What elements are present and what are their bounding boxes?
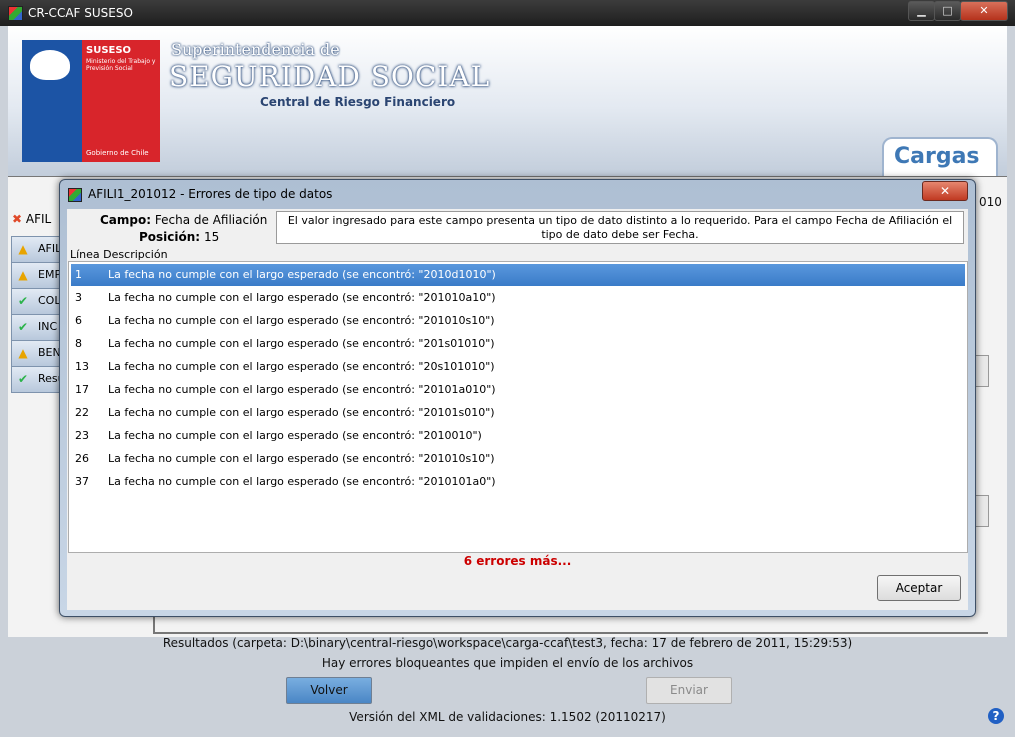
more-errors-text: 6 errores más... [463, 554, 572, 568]
results-text: Resultados (carpeta: D:\binary\central-r… [162, 636, 853, 650]
list-item[interactable]: 6 La fecha no cumple con el largo esperad… [71, 310, 965, 332]
dialog-title: AFILI1_201012 - Errores de tipo de datos [88, 187, 333, 201]
list-item[interactable]: 1 La fecha no cumple con el largo esperad… [71, 264, 965, 286]
list-item[interactable]: 3 La fecha no cumple con el largo esperad… [71, 287, 965, 309]
column-linea[interactable]: Línea [70, 248, 100, 261]
column-descripcion[interactable]: Descripción [103, 248, 167, 261]
app-icon [68, 188, 82, 202]
errors-dialog: AFILI1_201012 - Errores de tipo de datos… [59, 179, 976, 617]
header-line-3: Central de Riesgo Financiero [260, 95, 456, 109]
list-item[interactable]: 17 La fecha no cumple con el largo espera… [71, 379, 965, 401]
main-window: CR-CCAF SUSESO ▁ □ ✕ SUSESO Ministerio d… [0, 0, 1015, 737]
dialog-body: Campo: Fecha de Afiliación Posición: 15 … [67, 209, 968, 610]
list-header: Línea Descripción [70, 248, 168, 261]
background-fragment: 010 [979, 195, 1002, 209]
list-item[interactable]: 37 La fecha no cumple con el largo espera… [71, 471, 965, 493]
enviar-button[interactable]: Enviar [646, 677, 732, 704]
suseso-logo: SUSESO Ministerio del Trabajo y Previsió… [22, 40, 160, 162]
list-item[interactable]: 23 La fecha no cumple con el largo espera… [71, 425, 965, 447]
minimize-button[interactable]: ▁ [908, 1, 935, 21]
list-item[interactable]: 26 La fecha no cumple con el largo espera… [71, 448, 965, 470]
check-icon: ✔ [17, 320, 29, 334]
header-line-1: Superintendencia de [171, 40, 340, 59]
errors-text: Hay errores bloqueantes que impiden el e… [321, 656, 694, 670]
check-icon: ✔ [17, 294, 29, 308]
tab-cargas[interactable]: Cargas [882, 137, 998, 179]
list-item[interactable]: 13 La fecha no cumple con el largo espera… [71, 356, 965, 378]
message-box: El valor ingresado para este campo prese… [276, 211, 964, 244]
maximize-button[interactable]: □ [934, 1, 961, 21]
warning-icon: ▲ [18, 346, 28, 360]
header-line-2: SEGURIDAD SOCIAL [169, 60, 491, 93]
app-icon [8, 6, 23, 21]
warning-icon: ▲ [18, 268, 28, 282]
posicion-label: Posición: 15 [139, 230, 220, 244]
aceptar-button[interactable]: Aceptar [877, 575, 961, 601]
warning-icon: ▲ [18, 242, 28, 256]
list-item[interactable]: 8 La fecha no cumple con el largo esperad… [71, 333, 965, 355]
title-bar: CR-CCAF SUSESO ▁ □ ✕ [0, 0, 1015, 26]
volver-button[interactable]: Volver [286, 677, 372, 704]
campo-label: Campo: Fecha de Afiliación [100, 213, 268, 227]
help-icon[interactable]: ? [988, 708, 1004, 724]
version-text: Versión del XML de validaciones: 1.1502 … [349, 710, 666, 724]
errors-list[interactable]: 1 La fecha no cumple con el largo esperad… [68, 261, 968, 553]
dialog-close-button[interactable]: ✕ [922, 181, 968, 201]
close-button[interactable]: ✕ [960, 1, 1008, 21]
crest-icon [30, 50, 70, 80]
list-item[interactable]: 22 La fecha no cumple con el largo espera… [71, 402, 965, 424]
check-icon: ✔ [17, 372, 29, 386]
window-title: CR-CCAF SUSESO [28, 6, 133, 20]
